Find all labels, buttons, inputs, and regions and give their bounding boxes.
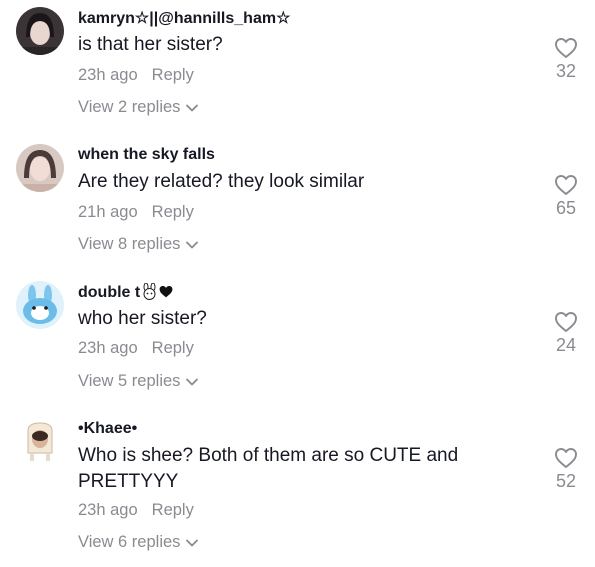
like-button[interactable]: 65 <box>548 174 584 219</box>
avatar[interactable] <box>16 417 64 465</box>
comment-username[interactable]: double t <box>78 283 173 302</box>
heart-icon <box>554 37 578 59</box>
avatar[interactable] <box>16 7 64 55</box>
like-count: 65 <box>555 198 577 218</box>
girl-avatar-icon <box>16 144 64 192</box>
view-replies-label: View 6 replies <box>78 533 181 551</box>
like-count: 52 <box>555 471 577 491</box>
bunny-emoji-icon <box>141 283 158 300</box>
comment-timestamp: 23h ago <box>78 339 138 357</box>
avatar[interactable] <box>16 281 64 329</box>
toast-character-avatar-icon <box>16 417 64 465</box>
chevron-down-icon <box>186 241 199 249</box>
reply-button[interactable]: Reply <box>152 66 194 84</box>
like-count: 24 <box>555 335 577 355</box>
reply-button[interactable]: Reply <box>152 203 194 221</box>
like-button[interactable]: 52 <box>548 447 584 492</box>
view-replies-button[interactable]: View 8 replies <box>78 235 199 254</box>
comment-meta: 23h ago Reply <box>78 339 194 358</box>
chevron-down-icon <box>186 104 199 112</box>
view-replies-label: View 5 replies <box>78 372 181 390</box>
chevron-down-icon <box>186 378 199 386</box>
like-button[interactable]: 32 <box>548 37 584 82</box>
view-replies-label: View 8 replies <box>78 235 181 253</box>
like-button[interactable]: 24 <box>548 311 584 356</box>
view-replies-button[interactable]: View 6 replies <box>78 533 199 552</box>
reply-button[interactable]: Reply <box>152 339 194 357</box>
comment-text: is that her sister? <box>78 34 223 55</box>
chevron-down-icon <box>186 539 199 547</box>
heart-emoji-icon <box>159 285 173 298</box>
blue-bunny-plush-avatar-icon <box>16 281 64 329</box>
heart-icon <box>554 311 578 333</box>
reply-button[interactable]: Reply <box>152 501 194 519</box>
girl-avatar-icon <box>16 7 64 55</box>
comment-username[interactable]: kamryn☆||@hannills_ham☆ <box>78 8 290 28</box>
avatar[interactable] <box>16 144 64 192</box>
comment-timestamp: 23h ago <box>78 501 138 519</box>
comment-username[interactable]: when the sky falls <box>78 146 215 164</box>
comment-text: Who is shee? Both of them are so CUTE an… <box>78 445 459 492</box>
comment-meta: 23h ago Reply <box>78 501 194 520</box>
comment-timestamp: 21h ago <box>78 203 138 221</box>
comment-username[interactable]: •Khaee• <box>78 420 137 438</box>
comment-text: who her sister? <box>78 308 207 329</box>
view-replies-button[interactable]: View 2 replies <box>78 98 199 117</box>
username-text: double t <box>78 284 141 301</box>
heart-icon <box>554 174 578 196</box>
comment-text: Are they related? they look similar <box>78 171 365 192</box>
view-replies-label: View 2 replies <box>78 98 181 116</box>
like-count: 32 <box>555 61 577 81</box>
heart-icon <box>554 447 578 469</box>
view-replies-button[interactable]: View 5 replies <box>78 372 199 391</box>
comment-meta: 23h ago Reply <box>78 66 194 85</box>
comment-timestamp: 23h ago <box>78 66 138 84</box>
comment-meta: 21h ago Reply <box>78 203 194 222</box>
